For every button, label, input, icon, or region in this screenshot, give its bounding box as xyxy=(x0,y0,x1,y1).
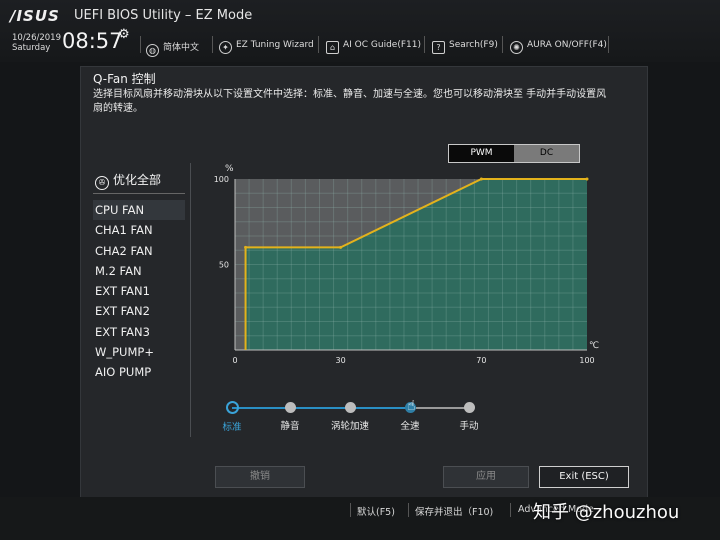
chart-y-axis-label: % xyxy=(225,164,234,174)
fan-item-ext2[interactable]: EXT FAN2 xyxy=(93,301,185,321)
vertical-divider xyxy=(190,163,191,437)
qfan-dialog: Q-Fan 控制 选择目标风扇并移动滑块从以下设置文件中选择：标准、静音、加速与… xyxy=(80,66,648,498)
ai-oc-guide-label: AI OC Guide(F11) xyxy=(343,40,421,50)
footer-divider xyxy=(408,503,409,517)
divider xyxy=(93,193,185,194)
aura-button[interactable]: ✺ AURA ON/OFF(F4) xyxy=(510,40,607,54)
chart-x-axis-label: ℃ xyxy=(589,341,599,351)
preset-silent[interactable]: 静音 xyxy=(270,397,310,432)
save-exit-button[interactable]: 保存并退出（F10) xyxy=(415,504,493,518)
hand-cursor-icon: ☝ xyxy=(407,398,416,414)
fan-icon: ✇ xyxy=(95,176,109,190)
dialog-description: 选择目标风扇并移动滑块从以下设置文件中选择：标准、静音、加速与全速。您也可以移动… xyxy=(93,89,607,114)
search-button[interactable]: ? Search(F9) xyxy=(432,40,498,54)
clock: 08:57 xyxy=(62,29,123,53)
search-label: Search(F9) xyxy=(449,40,498,50)
footer-divider xyxy=(510,503,511,517)
toolbar-divider xyxy=(140,36,141,53)
ai-oc-guide-button[interactable]: ⌂ AI OC Guide(F11) xyxy=(326,40,421,54)
fan-item-ext1[interactable]: EXT FAN1 xyxy=(93,281,185,301)
optimize-all-label: 优化全部 xyxy=(113,173,162,187)
ez-tuning-wizard-button[interactable]: ✦ EZ Tuning Wizard xyxy=(219,40,314,54)
preset-label: 涡轮加速 xyxy=(330,421,369,432)
app-title: UEFI BIOS Utility – EZ Mode xyxy=(74,8,253,23)
fan-item-cpu[interactable]: CPU FAN xyxy=(93,200,185,221)
preset-label: 标准 xyxy=(222,422,242,433)
globe-icon: ◍ xyxy=(146,44,159,57)
chart-y-tick-label: 100 xyxy=(214,175,229,184)
aura-label: AURA ON/OFF(F4) xyxy=(527,40,607,50)
preset-standard[interactable]: 标准 xyxy=(212,397,252,433)
fan-item-cha1[interactable]: CHA1 FAN xyxy=(93,220,185,240)
preset-knob xyxy=(284,402,296,413)
undo-button[interactable]: 撤销 xyxy=(215,466,305,488)
default-button[interactable]: 默认(F5) xyxy=(357,504,395,518)
preset-turbo[interactable]: 涡轮加速 xyxy=(330,397,370,432)
asus-logo: /ISUS xyxy=(10,7,60,25)
preset-track-active xyxy=(232,407,410,409)
watermark: 知乎 @zhouzhou xyxy=(533,502,680,523)
chart-x-tick-label: 30 xyxy=(336,356,346,365)
chart-data-point xyxy=(479,177,483,181)
chart-x-tick-label: 100 xyxy=(579,356,594,365)
dialog-title: Q-Fan 控制 xyxy=(93,72,156,86)
preset-label: 静音 xyxy=(280,421,300,432)
fan-list: CPU FAN CHA1 FAN CHA2 FAN M.2 FAN EXT FA… xyxy=(93,200,185,383)
date-display: 10/26/2019 Saturday xyxy=(12,33,61,53)
chart-y-tick-label: 50 xyxy=(219,261,229,270)
fan-item-w-pump[interactable]: W_PUMP+ xyxy=(93,342,185,362)
aura-icon: ✺ xyxy=(510,41,523,54)
chart-data-point xyxy=(339,245,343,249)
language-button[interactable]: ◍ 简体中文 xyxy=(146,40,199,57)
toolbar-divider xyxy=(502,36,503,53)
preset-knob xyxy=(225,401,239,414)
ez-tuning-wizard-label: EZ Tuning Wizard xyxy=(236,40,314,50)
fan-curve-chart[interactable]: 0 30 70 100 50 100% ℃ xyxy=(211,157,601,382)
chart-data-point xyxy=(244,245,248,249)
top-bar: /ISUS UEFI BIOS Utility – EZ Mode 10/26/… xyxy=(0,0,720,62)
fan-item-cha2[interactable]: CHA2 FAN xyxy=(93,241,185,261)
preset-manual[interactable]: 手动 xyxy=(449,397,489,432)
preset-label: 全速 xyxy=(400,421,420,432)
toolbar-divider xyxy=(318,36,319,53)
fan-item-aio-pump[interactable]: AIO PUMP xyxy=(93,362,185,382)
weekday-text: Saturday xyxy=(12,43,51,53)
wizard-icon: ✦ xyxy=(219,41,232,54)
chart-data-point xyxy=(585,177,589,181)
footer-divider xyxy=(350,503,351,517)
preset-slider[interactable]: 标准 静音 涡轮加速 全速 手动 xyxy=(215,397,495,437)
ai-icon: ⌂ xyxy=(326,41,339,54)
preset-label: 手动 xyxy=(459,421,479,432)
date-text: 10/26/2019 xyxy=(12,33,61,43)
toolbar-divider xyxy=(608,36,609,53)
fan-item-ext3[interactable]: EXT FAN3 xyxy=(93,322,185,342)
fan-item-m2[interactable]: M.2 FAN xyxy=(93,261,185,281)
chart-x-tick-label: 0 xyxy=(232,356,237,365)
gear-icon[interactable]: ⚙ xyxy=(118,27,130,42)
optimize-all-button[interactable]: ✇ 优化全部 xyxy=(95,171,161,190)
chart-x-tick-label: 70 xyxy=(476,356,486,365)
exit-button[interactable]: Exit (ESC) xyxy=(539,466,629,488)
language-label: 简体中文 xyxy=(163,43,200,53)
search-icon: ? xyxy=(432,41,445,54)
toolbar-divider xyxy=(424,36,425,53)
apply-button[interactable]: 应用 xyxy=(443,466,529,488)
preset-knob xyxy=(463,402,475,413)
toolbar-divider xyxy=(212,36,213,53)
preset-knob xyxy=(344,402,356,413)
